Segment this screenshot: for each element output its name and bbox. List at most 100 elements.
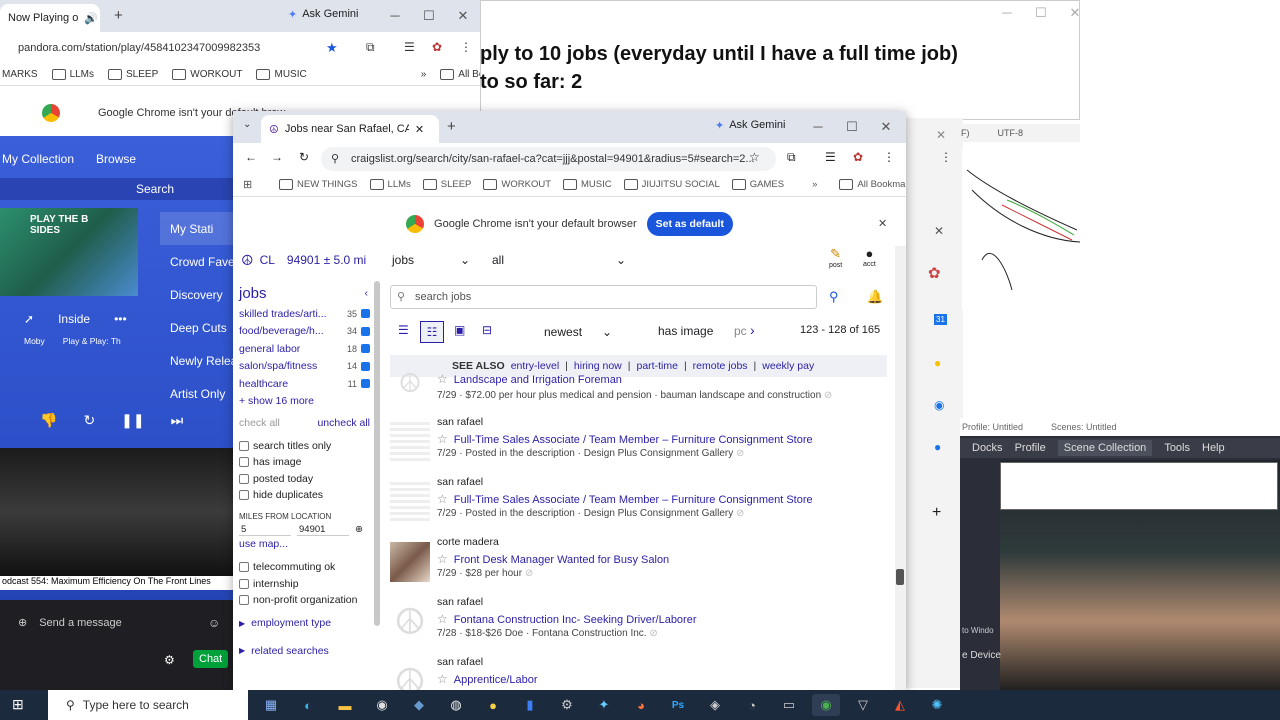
app-icon[interactable]: ✦ xyxy=(590,694,618,716)
checkbox-checked[interactable] xyxy=(361,309,370,319)
bookmark-folder[interactable]: LLMs xyxy=(52,69,94,80)
bookmark-star-icon[interactable]: ★ xyxy=(326,40,338,56)
profile-icon[interactable]: ✿ xyxy=(853,150,863,164)
ask-gemini-button[interactable]: ✦ Ask Gemini xyxy=(288,8,358,21)
star-icon[interactable]: ☆ xyxy=(437,432,448,446)
star-icon[interactable]: ☆ xyxy=(437,612,448,626)
keep-icon[interactable]: ● xyxy=(934,356,941,370)
set-default-button[interactable]: Set as default xyxy=(646,212,733,236)
employment-type-toggle[interactable]: ▶ employment type xyxy=(233,615,378,633)
locate-icon[interactable]: ⊕ xyxy=(355,524,363,536)
back-icon[interactable]: ← xyxy=(245,150,257,164)
result-title[interactable]: Full-Time Sales Associate / Team Member … xyxy=(454,494,813,506)
pandora-tab[interactable]: Now Playing o 🔊 ✕ xyxy=(0,4,100,32)
thumb-icon[interactable]: ➚ xyxy=(24,312,34,326)
windows-start-icon[interactable]: ⊞ xyxy=(12,696,24,713)
nav-my-collection[interactable]: My Collection xyxy=(2,152,74,166)
chevron-right-icon[interactable]: » xyxy=(421,69,427,80)
bookmark-folder[interactable]: SLEEP xyxy=(108,69,158,80)
hide-icon[interactable]: ⊘ xyxy=(824,390,832,401)
filter-option[interactable]: search titles only xyxy=(233,438,378,455)
result-row[interactable]: corte madera ☆ Front Desk Manager Wanted … xyxy=(390,536,887,592)
result-row[interactable]: ☮ san rafael ☆ Fontana Construction Inc- … xyxy=(390,596,887,652)
obs-menu-tools[interactable]: Tools xyxy=(1164,442,1190,454)
check-all-link[interactable]: check all xyxy=(239,417,280,429)
category-item[interactable]: food/beverage/h... 34 xyxy=(233,323,378,341)
bookmark-folder[interactable]: GAMES xyxy=(732,179,784,190)
new-tab-icon[interactable]: + xyxy=(447,118,456,135)
result-thumbnail[interactable] xyxy=(390,542,430,582)
category-item[interactable]: salon/spa/fitness 14 xyxy=(233,358,378,376)
has-image-filter[interactable]: has image xyxy=(658,324,713,338)
app-icon[interactable]: ◍ xyxy=(442,694,470,716)
gallery-view-icon[interactable]: ▣ xyxy=(454,323,465,337)
taskbar-search[interactable]: ⚲ Type here to search xyxy=(48,690,248,720)
category-select[interactable]: jobs ⌄ xyxy=(385,249,477,271)
more-icon[interactable]: ••• xyxy=(114,312,127,326)
cl-address-bar[interactable]: ⚲ craigslist.org/search/city/san-rafael-… xyxy=(321,147,776,171)
close-window-icon[interactable]: ✕ xyxy=(1058,5,1092,21)
bookmark-folder[interactable]: LLMs xyxy=(370,179,411,190)
subcategory-select[interactable]: all ⌄ xyxy=(485,249,633,271)
menu-dots-icon[interactable]: ⋮ xyxy=(460,40,472,54)
cl-logo-link[interactable]: ☮ CL 94901 ± 5.0 mi xyxy=(233,252,366,269)
miles-input[interactable]: 5 xyxy=(239,524,291,536)
result-title[interactable]: Landscape and Irrigation Foreman xyxy=(454,374,622,386)
collapse-sidebar-icon[interactable]: ‹ xyxy=(365,287,369,299)
bookmark-folder[interactable]: WORKOUT xyxy=(172,69,242,80)
sidebar-scrollbar[interactable] xyxy=(374,281,380,626)
close-window-icon[interactable]: ✕ xyxy=(869,119,903,135)
close-icon[interactable]: ✕ xyxy=(934,224,944,238)
tasks-icon[interactable]: ◉ xyxy=(934,398,944,412)
menu-dots-icon[interactable]: ⋮ xyxy=(883,150,895,164)
profile-icon[interactable]: ✿ xyxy=(432,40,442,54)
add-icon[interactable]: + xyxy=(932,504,941,522)
app-icon[interactable]: ✺ xyxy=(923,694,951,716)
close-icon[interactable]: ✕ xyxy=(415,123,424,136)
obs-menu-scene-collection[interactable]: Scene Collection xyxy=(1057,440,1153,456)
result-title[interactable]: Front Desk Manager Wanted for Busy Salon xyxy=(454,554,669,566)
bookmark-folder[interactable]: SLEEP xyxy=(423,179,472,190)
nav-browse[interactable]: Browse xyxy=(96,152,136,166)
media-icon[interactable]: ☰ xyxy=(404,40,415,54)
category-item[interactable]: general labor 18 xyxy=(233,340,378,358)
uncheck-all-link[interactable]: uncheck all xyxy=(317,417,370,429)
chat-button[interactable]: Chat xyxy=(193,650,229,668)
checkbox-checked[interactable] xyxy=(361,326,370,336)
firefox-icon[interactable]: ◕ xyxy=(627,694,655,716)
result-row[interactable]: ☮ san rafael ☆ Apprentice/Labor xyxy=(390,656,887,690)
chrome-icon[interactable]: ◉ xyxy=(812,694,840,716)
maximize-icon[interactable]: ☐ xyxy=(1024,5,1058,21)
app-icon[interactable]: ▭ xyxy=(775,694,803,716)
contacts-icon[interactable]: ● xyxy=(934,440,941,454)
maximize-icon[interactable]: ☐ xyxy=(412,8,446,24)
minimize-icon[interactable]: ─ xyxy=(801,119,835,135)
page-scrollbar-track[interactable] xyxy=(895,246,906,690)
all-bookmarks[interactable]: All Bookmarks xyxy=(440,69,482,80)
keep-icon[interactable]: ● xyxy=(479,694,507,716)
app-icon[interactable]: ◔ xyxy=(738,694,766,716)
pandora-search-button[interactable]: Search xyxy=(0,178,240,200)
obs-menu-profile[interactable]: Profile xyxy=(1015,442,1046,454)
bookmark-folder[interactable]: MUSIC xyxy=(256,69,306,80)
replay-icon[interactable]: ↻ xyxy=(83,412,95,438)
map-view-icon[interactable]: ⊟ xyxy=(482,323,492,337)
bookmark-star-icon[interactable]: ☆ xyxy=(749,150,760,164)
hide-icon[interactable]: ⊘ xyxy=(736,508,744,519)
album-art[interactable]: PLAY THE B SIDES xyxy=(0,208,138,296)
chevron-right-icon[interactable]: » xyxy=(812,179,817,190)
hide-icon[interactable]: ⊘ xyxy=(649,628,657,639)
obs-menu-help[interactable]: Help xyxy=(1202,442,1225,454)
page-scrollbar-thumb[interactable] xyxy=(896,569,904,585)
brave-icon[interactable]: ◭ xyxy=(886,694,914,716)
site-info-icon[interactable]: ⚲ xyxy=(331,152,339,165)
sort-select[interactable]: newest ⌄ xyxy=(540,321,616,343)
post-button[interactable]: ✎ post xyxy=(829,246,842,269)
filter-option[interactable]: has image xyxy=(233,454,378,471)
ask-gemini-button[interactable]: ✦ Ask Gemini xyxy=(715,119,785,132)
account-button[interactable]: ● acct xyxy=(863,246,876,268)
app-icon[interactable]: ◈ xyxy=(701,694,729,716)
minimize-icon[interactable]: ─ xyxy=(990,5,1024,21)
craigslist-tab[interactable]: ☮ Jobs near San Rafael, CA 94901 ✕ xyxy=(261,115,439,143)
edge-icon[interactable]: ◐ xyxy=(294,694,322,716)
